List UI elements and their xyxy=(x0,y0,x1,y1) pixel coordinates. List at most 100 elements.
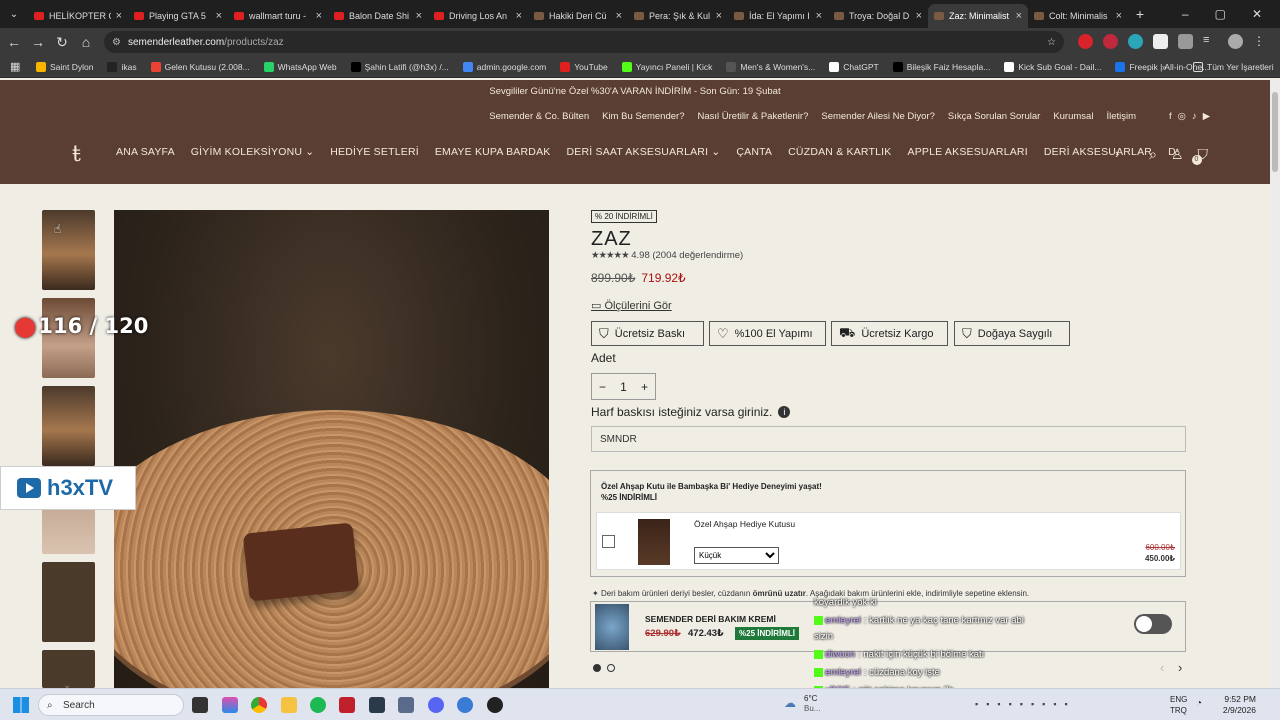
gallery-thumbnail[interactable] xyxy=(42,562,95,642)
bookmark-item[interactable]: Saint Dylon xyxy=(36,61,93,72)
decrement-button[interactable]: − xyxy=(599,380,606,394)
start-icon[interactable] xyxy=(13,697,29,713)
bookmark-item[interactable]: Şahin Latifi (@h3x) /... xyxy=(350,61,449,72)
spotify-icon[interactable] xyxy=(310,697,326,713)
address-bar[interactable]: ⚙ semenderleather.com/products/zaz ☆ xyxy=(104,31,1064,53)
app-icon[interactable] xyxy=(339,697,355,713)
tray-icons[interactable]: ▪▪▪▪▪▪▪▪▪ xyxy=(975,699,1076,709)
extension-icon[interactable] xyxy=(1128,34,1143,49)
extension-icon[interactable] xyxy=(1153,34,1168,49)
quantity-value[interactable]: 1 xyxy=(620,380,627,394)
tab-close-icon[interactable]: × xyxy=(416,10,422,22)
top-link[interactable]: Kurumsal xyxy=(1053,111,1093,122)
task-view-icon[interactable] xyxy=(192,697,208,713)
carousel-next-icon[interactable]: › xyxy=(1178,660,1182,675)
cart-icon[interactable]: ⛉ 0 xyxy=(1191,146,1208,165)
tab-close-icon[interactable]: × xyxy=(216,10,222,22)
gift-checkbox[interactable] xyxy=(602,535,615,548)
tab-close-icon[interactable]: × xyxy=(1016,10,1022,22)
youtube-icon[interactable]: ▶ xyxy=(1203,111,1210,122)
minimize-icon[interactable]: – xyxy=(1182,7,1189,21)
app-icon[interactable] xyxy=(398,697,414,713)
apps-grid-icon[interactable]: ▦ xyxy=(10,60,20,73)
nav-item[interactable]: CÜZDAN & KARTLIK xyxy=(788,146,891,158)
tab-close-icon[interactable]: × xyxy=(516,10,522,22)
copilot-icon[interactable] xyxy=(222,697,238,713)
bookmark-star-icon[interactable]: ☆ xyxy=(1047,37,1056,48)
carousel-dot-active[interactable] xyxy=(593,664,601,672)
forward-icon[interactable]: → xyxy=(26,34,50,50)
info-icon[interactable]: i xyxy=(778,406,791,418)
app-icon[interactable] xyxy=(487,697,503,713)
tab-search-chevron-icon[interactable]: ⌄ xyxy=(0,9,28,20)
browser-tab[interactable]: İda: El Yapımı I × xyxy=(728,4,828,28)
tab-close-icon[interactable]: × xyxy=(816,10,822,22)
browser-tab[interactable]: Colt: Minimalis × xyxy=(1028,4,1128,28)
product-rating[interactable]: ★★★★★ 4.98 (2004 değerlendirme) xyxy=(591,250,743,261)
bookmark-item[interactable]: Gelen Kutusu (2.008... xyxy=(150,61,250,72)
extension-icon[interactable] xyxy=(1078,34,1093,49)
site-logo[interactable]: ŧ xyxy=(72,142,81,167)
all-bookmarks[interactable]: Tüm Yer İşaretleri xyxy=(1193,61,1274,72)
care-toggle[interactable] xyxy=(1134,614,1172,634)
browser-tab[interactable]: Hakiki Deri Cü × xyxy=(528,4,628,28)
product-main-image[interactable] xyxy=(114,210,549,688)
puzzle-icon[interactable] xyxy=(1178,34,1193,49)
tab-close-icon[interactable]: × xyxy=(1116,10,1122,22)
app-icon[interactable] xyxy=(457,697,473,713)
weather-icon[interactable]: ☁ xyxy=(784,696,796,710)
scrollbar-thumb[interactable] xyxy=(1272,92,1278,172)
nav-item[interactable]: HEDİYE SETLERİ xyxy=(330,146,419,158)
site-info-icon[interactable]: ⚙ xyxy=(112,37,121,48)
account-icon[interactable]: ♙ xyxy=(1171,146,1184,163)
gift-size-select[interactable]: Küçük xyxy=(694,547,779,564)
nav-item[interactable]: DERİ SAAT AKSESUARLARI ⌄ xyxy=(566,146,720,158)
nav-item[interactable]: ÇANTA xyxy=(736,146,772,158)
menu-kebab-icon[interactable]: ⋮ xyxy=(1253,34,1268,49)
media-icon[interactable]: ≡ xyxy=(1203,34,1218,49)
close-window-icon[interactable]: ✕ xyxy=(1252,7,1262,21)
back-icon[interactable]: ← xyxy=(2,34,26,50)
new-tab-button[interactable]: + xyxy=(1128,6,1152,22)
browser-tab[interactable]: Zaz: Minimalist × xyxy=(928,4,1028,28)
extension-icon[interactable] xyxy=(1103,34,1118,49)
bookmark-item[interactable]: Men's & Women's... xyxy=(726,61,815,72)
instagram-icon[interactable]: ◎ xyxy=(1178,111,1186,122)
sizes-link[interactable]: ▭ Ölçülerini Gör xyxy=(591,299,672,312)
top-link[interactable]: Nasıl Üretilir & Paketlenir? xyxy=(697,111,808,122)
browser-tab[interactable]: wallmart turu - × xyxy=(228,4,328,28)
top-link[interactable]: İletişim xyxy=(1106,111,1136,122)
bookmarks-more[interactable]: » xyxy=(1162,62,1167,72)
nav-item[interactable]: ANA SAYFA xyxy=(116,146,175,158)
facebook-icon[interactable]: f xyxy=(1169,111,1172,122)
top-link[interactable]: Kim Bu Semender? xyxy=(602,111,684,122)
browser-tab[interactable]: HELİKOPTER O × xyxy=(28,4,128,28)
bookmark-item[interactable]: Yayıncı Paneli | Kick xyxy=(621,61,712,72)
tab-close-icon[interactable]: × xyxy=(116,10,122,22)
taskbar-search[interactable]: ⌕ Search xyxy=(38,694,184,716)
bookmark-item[interactable]: ChatGPT xyxy=(829,61,879,72)
bookmark-item[interactable]: Kick Sub Goal - Dail... xyxy=(1004,61,1101,72)
browser-tab[interactable]: Driving Los An × xyxy=(428,4,528,28)
language-indicator[interactable]: ENG TRQ xyxy=(1170,694,1187,716)
tab-close-icon[interactable]: × xyxy=(316,10,322,22)
carousel-dot[interactable] xyxy=(607,664,615,672)
bookmark-item[interactable]: admin.google.com xyxy=(462,61,546,72)
nav-item[interactable]: APPLE AKSESUARLARI xyxy=(908,146,1028,158)
top-link[interactable]: Semender & Co. Bülten xyxy=(489,111,589,122)
top-link[interactable]: Sıkça Sorulan Sorular xyxy=(948,111,1040,122)
browser-tab[interactable]: Balon Date Shi × xyxy=(328,4,428,28)
file-explorer-icon[interactable] xyxy=(281,697,297,713)
tab-close-icon[interactable]: × xyxy=(616,10,622,22)
tiktok-icon[interactable]: ♪ xyxy=(1192,111,1197,122)
nav-next-chevron-icon[interactable]: › xyxy=(1115,146,1119,161)
app-icon[interactable] xyxy=(369,697,385,713)
browser-tab[interactable]: Playing GTA 5 × xyxy=(128,4,228,28)
nav-item[interactable]: GİYİM KOLEKSİYONU ⌄ xyxy=(191,146,314,158)
nav-item[interactable]: EMAYE KUPA BARDAK xyxy=(435,146,551,158)
bookmark-item[interactable]: YouTube xyxy=(560,61,608,72)
tab-close-icon[interactable]: × xyxy=(916,10,922,22)
nav-item[interactable]: DERİ AKSESUARLAR xyxy=(1044,146,1152,158)
wifi-icon[interactable]: ◔ xyxy=(1196,698,1202,709)
gallery-thumbnail[interactable] xyxy=(42,210,95,290)
